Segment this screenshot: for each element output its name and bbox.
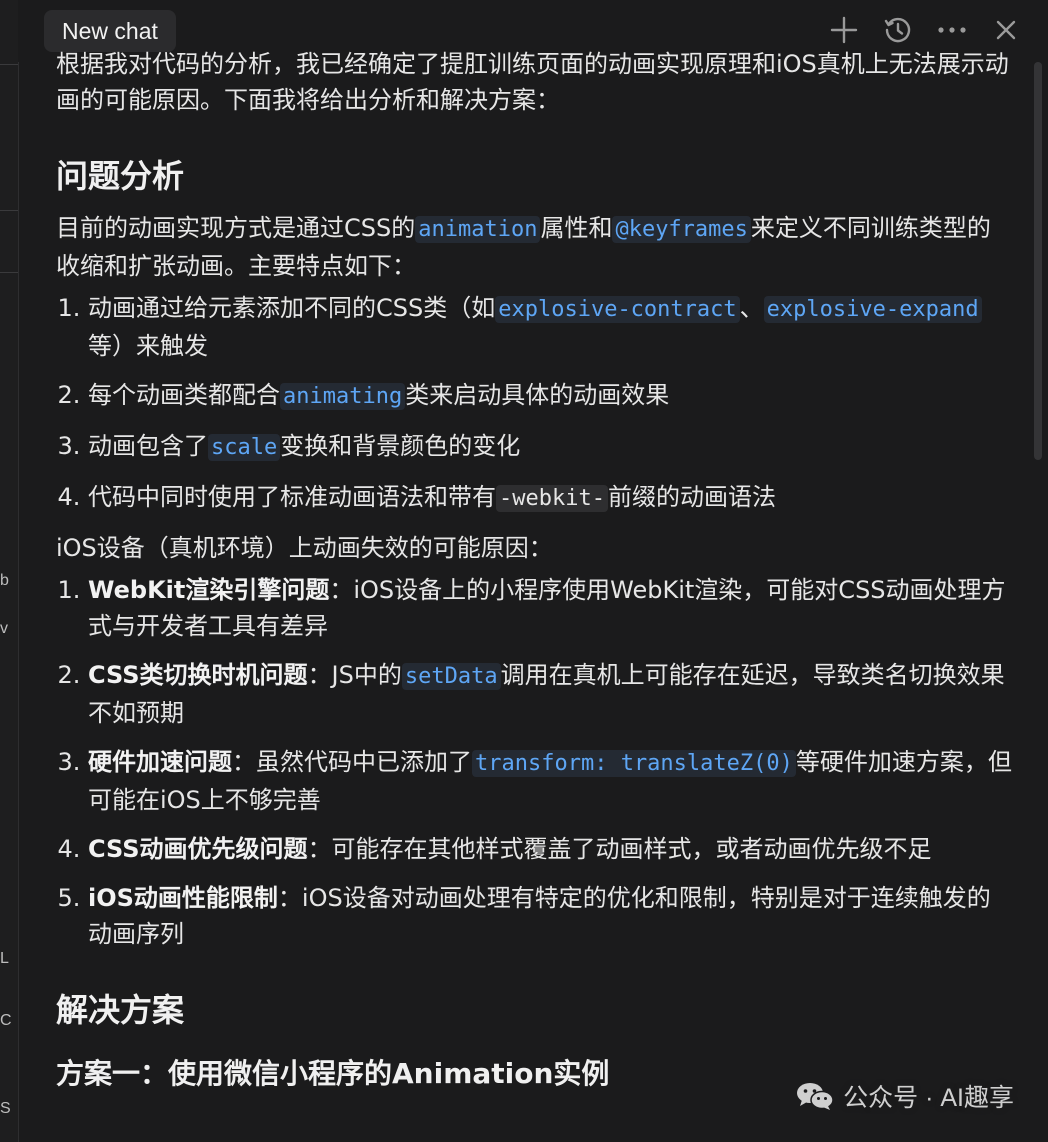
- scrollbar-thumb[interactable]: [1034, 62, 1042, 460]
- close-icon[interactable]: [990, 14, 1022, 46]
- list-item: CSS动画优先级问题：可能存在其他样式覆盖了动画样式，或者动画优先级不足: [88, 831, 1014, 867]
- list-item: iOS动画性能限制：iOS设备对动画处理有特定的优化和限制，特别是对于连续触发的…: [88, 880, 1014, 952]
- divider: [0, 272, 18, 273]
- header-actions: [828, 14, 1022, 46]
- watermark-text: 公众号 · AI趣享: [843, 1084, 1014, 1112]
- divider: [0, 64, 18, 65]
- inline-code: transform: translateZ(0): [472, 750, 796, 777]
- inline-code: setData: [401, 663, 501, 690]
- section-heading: 解决方案: [56, 991, 185, 1029]
- causes-intro: iOS设备（真机环境）上动画失效的可能原因：: [56, 534, 553, 562]
- watermark: 公众号 · AI趣享: [795, 1078, 1014, 1114]
- section-heading: 问题分析: [56, 157, 185, 195]
- inline-code: -webkit-: [496, 485, 608, 512]
- intro-paragraph: 根据我对代码的分析，我已经确定了提肛训练页面的动画实现原理和iOS真机上无法展示…: [56, 50, 1009, 114]
- truncated-text: v: [0, 620, 8, 637]
- inline-code: animating: [280, 383, 406, 410]
- list-item: 硬件加速问题：虽然代码中已添加了transform: translateZ(0)…: [88, 744, 1014, 818]
- list-item: WebKit渲染引擎问题：iOS设备上的小程序使用WebKit渲染，可能对CSS…: [88, 572, 1014, 644]
- list-item: 每个动画类都配合animating类来启动具体的动画效果: [88, 377, 1014, 415]
- inline-code: scale: [208, 434, 281, 461]
- inline-code: animation: [415, 216, 541, 243]
- list-item: 代码中同时使用了标准动画语法和带有-webkit-前缀的动画语法: [88, 479, 1014, 517]
- inline-code: @keyframes: [612, 216, 751, 243]
- more-icon[interactable]: [936, 14, 968, 46]
- inline-code: explosive-contract: [495, 296, 740, 323]
- wechat-icon: [797, 1083, 834, 1110]
- truncated-text: C: [0, 1012, 12, 1029]
- plus-icon[interactable]: [828, 14, 860, 46]
- history-icon[interactable]: [882, 14, 914, 46]
- assistant-message: 根据我对代码的分析，我已经确定了提肛训练页面的动画实现原理和iOS真机上无法展示…: [56, 46, 1014, 1142]
- truncated-text: b: [0, 572, 9, 589]
- list-item: 动画通过给元素添加不同的CSS类（如explosive-contract、exp…: [88, 290, 1014, 364]
- list-item: CSS类切换时机问题：JS中的setData调用在真机上可能存在延迟，导致类名切…: [88, 657, 1014, 731]
- feature-list: 动画通过给元素添加不同的CSS类（如explosive-contract、exp…: [56, 290, 1014, 517]
- causes-list: WebKit渲染引擎问题：iOS设备上的小程序使用WebKit渲染，可能对CSS…: [56, 572, 1014, 952]
- analysis-paragraph: 目前的动画实现方式是通过CSS的 animation 属性和 @keyframes 来定…: [56, 214, 991, 280]
- left-sidebar-edge: b v L C S: [0, 0, 19, 1142]
- chat-panel: b v L C S New chat 根据我对代码的分析，我已经确定了提肛训练页…: [0, 0, 1048, 1142]
- truncated-text: S: [0, 1100, 11, 1117]
- divider: [0, 210, 18, 211]
- inline-code: explosive-expand: [763, 296, 982, 323]
- truncated-text: L: [0, 950, 9, 967]
- list-item: 动画包含了scale变换和背景颜色的变化: [88, 428, 1014, 466]
